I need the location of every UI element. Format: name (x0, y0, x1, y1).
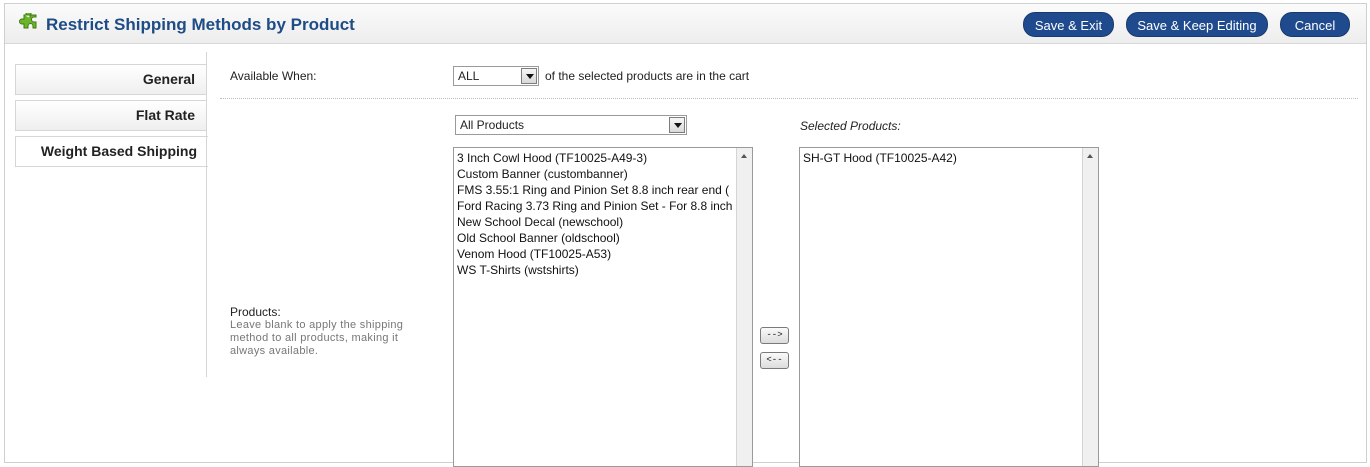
tab-divider (206, 52, 207, 377)
list-item[interactable]: Custom Banner (custombanner) (457, 166, 734, 182)
product-filter-value: All Products (460, 118, 525, 132)
list-item[interactable]: WS T-Shirts (wstshirts) (457, 262, 734, 278)
page-title: Restrict Shipping Methods by Product (46, 15, 355, 34)
save-keep-editing-button[interactable]: Save & Keep Editing (1126, 12, 1268, 37)
products-help-text: Leave blank to apply the shipping method… (230, 319, 404, 357)
products-label: Products: (230, 305, 281, 319)
selected-products-scrollbar[interactable] (1082, 148, 1098, 466)
chevron-down-icon (521, 68, 537, 84)
header-bar: Restrict Shipping Methods by Product Sav… (5, 4, 1366, 44)
list-item[interactable]: SH-GT Hood (TF10025-A42) (803, 150, 1080, 166)
section-divider (220, 98, 1358, 99)
available-when-select[interactable]: ALL (453, 66, 539, 86)
tab-general[interactable]: General (15, 64, 207, 95)
add-product-button[interactable]: --> (760, 327, 789, 344)
selected-products-label: Selected Products: (800, 119, 901, 133)
product-filter-select[interactable]: All Products (455, 115, 687, 135)
available-products-list[interactable]: 3 Inch Cowl Hood (TF10025-A49-3) Custom … (453, 147, 753, 467)
tab-weight-based-shipping[interactable]: Weight Based Shipping (15, 136, 208, 167)
chevron-down-icon (669, 117, 685, 133)
scroll-up-icon[interactable] (1083, 148, 1098, 164)
list-item[interactable]: Old School Banner (oldschool) (457, 230, 734, 246)
page-frame: Restrict Shipping Methods by Product Sav… (4, 3, 1367, 467)
available-products-scrollbar[interactable] (736, 148, 752, 466)
list-item[interactable]: Venom Hood (TF10025-A53) (457, 246, 734, 262)
list-item[interactable]: FMS 3.55:1 Ring and Pinion Set 8.8 inch … (457, 182, 734, 198)
available-when-value: ALL (458, 69, 480, 83)
scroll-up-icon[interactable] (737, 148, 752, 164)
available-products-items: 3 Inch Cowl Hood (TF10025-A49-3) Custom … (457, 150, 734, 278)
selected-products-list[interactable]: SH-GT Hood (TF10025-A42) (799, 147, 1099, 467)
cancel-button[interactable]: Cancel (1280, 12, 1350, 37)
list-item[interactable]: 3 Inch Cowl Hood (TF10025-A49-3) (457, 150, 734, 166)
available-when-suffix: of the selected products are in the cart (545, 69, 750, 83)
selected-products-items: SH-GT Hood (TF10025-A42) (803, 150, 1080, 166)
available-when-label: Available When: (230, 69, 317, 83)
save-exit-button[interactable]: Save & Exit (1023, 12, 1114, 37)
puzzle-piece-icon (19, 13, 37, 29)
tab-flat-rate[interactable]: Flat Rate (15, 100, 207, 131)
list-item[interactable]: New School Decal (newschool) (457, 214, 734, 230)
list-item[interactable]: Ford Racing 3.73 Ring and Pinion Set - F… (457, 198, 734, 214)
remove-product-button[interactable]: <-- (760, 352, 789, 369)
